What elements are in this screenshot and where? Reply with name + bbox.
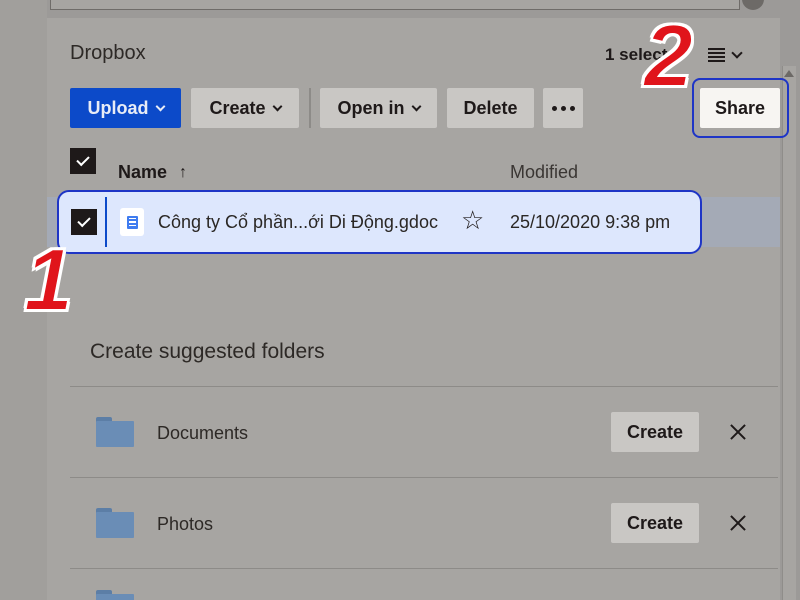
divider-line (70, 568, 778, 569)
open-in-label: Open in (337, 97, 405, 118)
step-marker-2: 2 (643, 6, 694, 105)
column-name-label: Name (118, 162, 168, 182)
file-modified-date: 25/10/2020 9:38 pm (510, 212, 671, 232)
folder-name: Photos (157, 514, 214, 534)
search-bar[interactable] (50, 0, 740, 10)
avatar[interactable] (742, 0, 764, 10)
file-name[interactable]: Công ty Cổ phần...ới Di Động.gdoc (158, 212, 438, 233)
suggested-folder-row: Photos Create (70, 478, 778, 568)
dismiss-icon[interactable] (728, 513, 748, 533)
toolbar-divider (309, 88, 311, 128)
upload-label: Upload (87, 97, 149, 118)
dismiss-icon[interactable] (728, 422, 748, 442)
create-folder-button[interactable]: Create (611, 503, 699, 543)
create-button[interactable]: Create (191, 88, 299, 128)
create-folder-button[interactable]: Create (611, 412, 699, 452)
view-toggle-button[interactable] (708, 44, 756, 66)
suggested-folders-title: Create suggested folders (90, 340, 325, 363)
more-dots-icon (551, 105, 557, 111)
step-marker-1: 1 (23, 230, 74, 329)
chevron-down-icon (731, 47, 743, 59)
folder-name: Documents (157, 423, 249, 443)
open-in-button[interactable]: Open in (320, 88, 437, 128)
more-options-button[interactable] (543, 88, 583, 128)
delete-label: Delete (463, 97, 518, 118)
upload-button[interactable]: Upload (70, 88, 181, 128)
suggested-folder-row: Documents Create (70, 387, 778, 477)
page-title: Dropbox (70, 42, 146, 64)
google-doc-icon (120, 208, 144, 236)
column-header-modified[interactable]: Modified (510, 162, 578, 183)
checkmark-icon (76, 152, 90, 167)
folder-icon (96, 508, 134, 538)
scrollbar[interactable] (782, 66, 796, 600)
row-accent-bar (105, 197, 107, 247)
column-header-name[interactable]: Name ↑ (118, 162, 187, 183)
file-row-checkbox[interactable] (71, 209, 97, 235)
folder-icon (96, 417, 134, 447)
more-dots-icon (569, 105, 575, 111)
list-view-icon (708, 48, 725, 62)
create-label: Create (209, 97, 266, 118)
scroll-up-icon[interactable] (784, 70, 794, 77)
share-highlight-box (692, 78, 789, 138)
more-dots-icon (560, 105, 566, 111)
delete-button[interactable]: Delete (447, 88, 534, 128)
star-icon[interactable]: ☆ (461, 207, 484, 233)
sort-arrow-up-icon: ↑ (179, 163, 188, 181)
folder-icon (96, 590, 134, 600)
chevron-down-icon (272, 101, 282, 111)
chevron-down-icon (411, 101, 421, 111)
checkmark-icon (77, 213, 91, 228)
chevron-down-icon (155, 101, 165, 111)
select-all-checkbox[interactable] (70, 148, 96, 174)
